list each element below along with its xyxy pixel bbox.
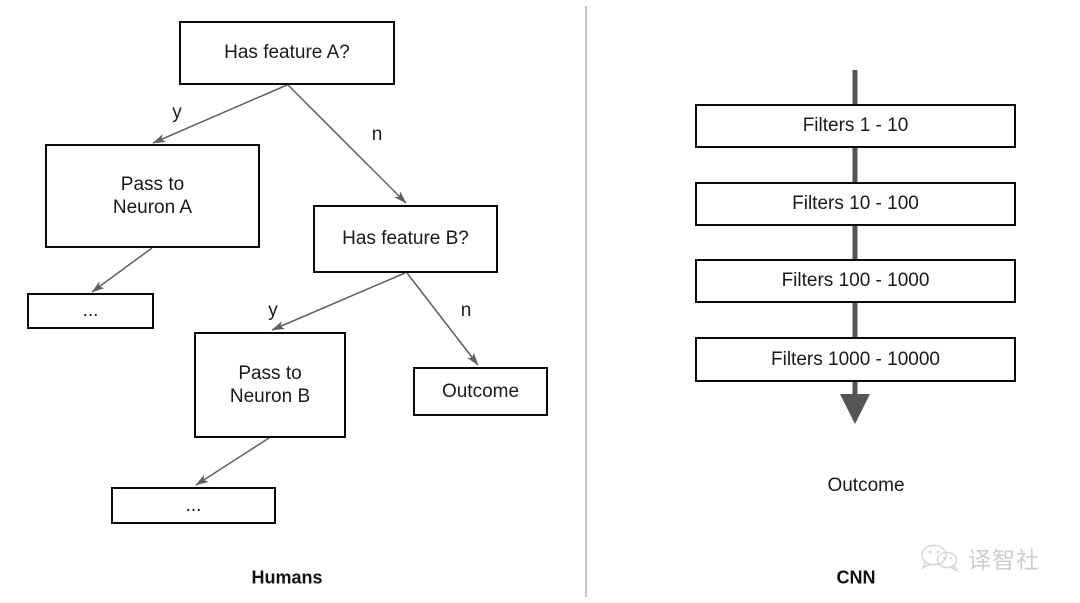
node-label: Pass to Neuron B <box>229 362 311 407</box>
caption-humans: Humans <box>251 567 323 588</box>
node-label: Filters 100 - 1000 <box>781 270 930 292</box>
node-has-feature-a[interactable]: Has feature A? <box>179 21 395 85</box>
edge-label-b-no: n <box>460 300 472 321</box>
node-pass-to-neuron-a[interactable]: Pass to Neuron A <box>45 144 260 248</box>
node-label: Pass to Neuron A <box>112 173 193 218</box>
cnn-outcome-label: Outcome <box>827 475 905 496</box>
node-pass-to-neuron-b[interactable]: Pass to Neuron B <box>194 332 346 438</box>
edge-neuron-b-to-ellipsis <box>195 437 270 486</box>
node-filters-1000-10000[interactable]: Filters 1000 - 10000 <box>695 337 1016 382</box>
node-label: Filters 1000 - 10000 <box>771 348 940 370</box>
edge-label-b-yes: y <box>268 300 278 321</box>
edge-a-to-feature-b <box>287 84 407 204</box>
node-label: Outcome <box>441 380 520 402</box>
node-label: Filters 1 - 10 <box>802 115 909 137</box>
edge-neuron-a-to-ellipsis <box>91 247 153 293</box>
caption-cnn: CNN <box>836 567 876 588</box>
node-filters-100-1000[interactable]: Filters 100 - 1000 <box>695 259 1016 303</box>
edge-label-a-yes: y <box>172 102 182 123</box>
node-ellipsis-a[interactable]: ... <box>27 293 154 329</box>
figure-canvas: Has feature A? Pass to Neuron A ... Has … <box>0 0 1080 603</box>
node-label: Has feature A? <box>224 42 350 64</box>
node-label: Filters 10 - 100 <box>792 193 919 215</box>
node-label: ... <box>82 300 99 322</box>
node-outcome-box[interactable]: Outcome <box>413 367 548 416</box>
edge-b-to-neuron-b <box>271 272 406 331</box>
edge-label-a-no: n <box>371 124 383 145</box>
node-has-feature-b[interactable]: Has feature B? <box>313 205 498 273</box>
node-label: Has feature B? <box>342 228 469 250</box>
node-label: ... <box>185 494 202 516</box>
node-filters-10-100[interactable]: Filters 10 - 100 <box>695 182 1016 226</box>
node-ellipsis-b[interactable]: ... <box>111 487 276 524</box>
node-filters-1-10[interactable]: Filters 1 - 10 <box>695 104 1016 148</box>
